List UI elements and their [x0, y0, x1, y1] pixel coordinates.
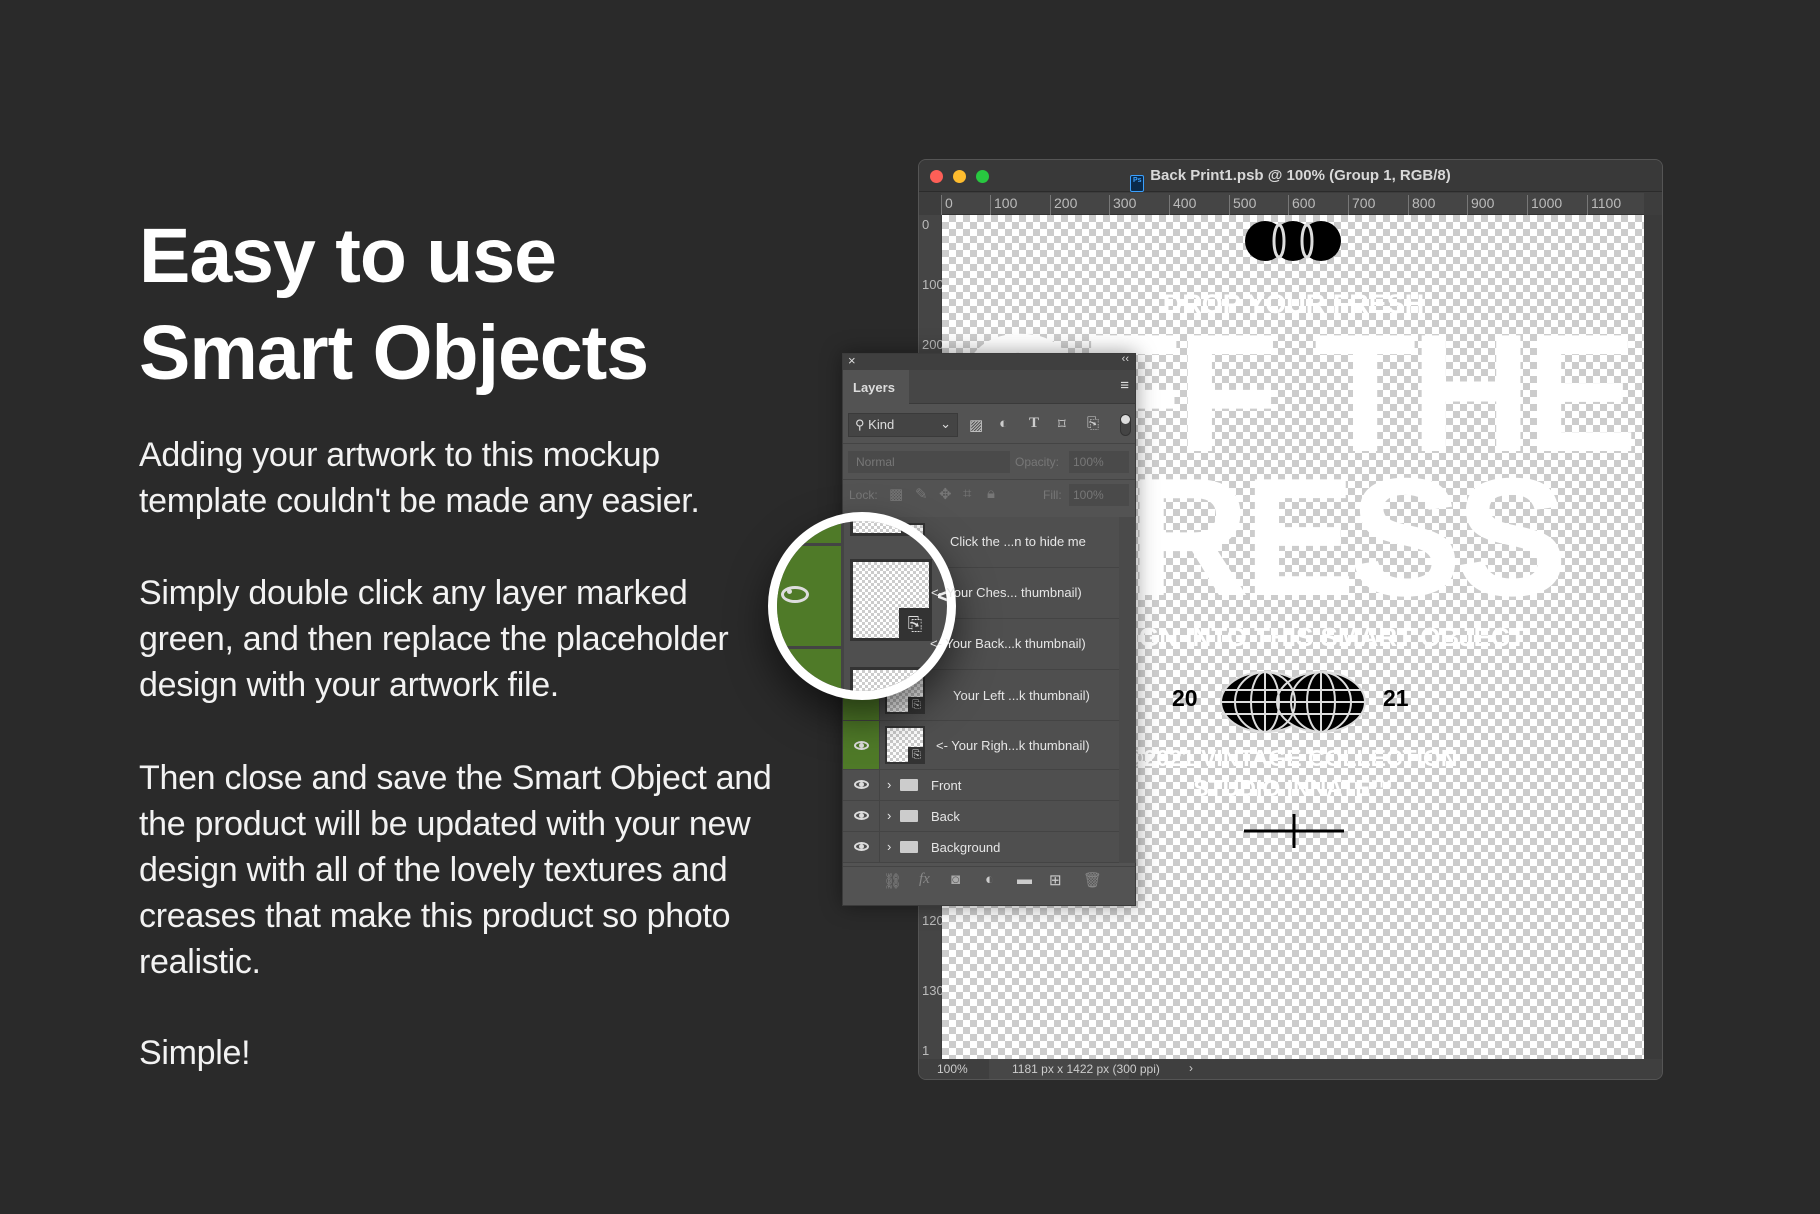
instructions-paragraph: Simply double click any layer marked gre… — [139, 574, 729, 704]
layer-name[interactable]: <- Your Righ...k thumbnail) — [936, 738, 1090, 753]
smart-object-icon: ⎘ — [899, 608, 931, 640]
horizontal-ruler[interactable]: 0 100 200 300 400 500 600 700 800 900 10… — [941, 193, 1644, 215]
visibility-eye-icon[interactable] — [854, 811, 869, 820]
layer-name[interactable]: <- Your Ches... thumbnail) — [931, 585, 1082, 600]
fill-field[interactable]: 100% — [1069, 484, 1129, 506]
adjustment-filter-icon[interactable]: ◐ — [999, 415, 1008, 432]
ruler-tick: 500 — [1229, 195, 1256, 215]
visibility-eye-icon — [781, 586, 809, 603]
layer-name[interactable]: Back — [931, 809, 960, 824]
pixel-layer-filter-icon[interactable]: ▨ — [969, 416, 983, 434]
filter-toggle[interactable] — [1120, 414, 1131, 436]
panel-header[interactable]: × ‹‹ — [843, 353, 1135, 370]
type-filter-icon[interactable]: T — [1029, 415, 1039, 432]
expand-chevron-icon[interactable]: › — [887, 808, 891, 823]
closing-text: Simple! — [139, 1034, 251, 1072]
visibility-eye-icon[interactable] — [854, 780, 869, 789]
ruler-tick: 300 — [1109, 195, 1136, 215]
collapse-panel-icon[interactable]: ‹‹ — [1122, 353, 1129, 365]
lock-all-icon[interactable]: 🔒︎ — [987, 485, 995, 502]
layer-name[interactable]: Your Left ...k thumbnail) — [953, 688, 1090, 703]
status-bar: 100% 1181 px x 1422 px (300 ppi) › — [919, 1059, 1662, 1079]
layer-row[interactable]: ⎘ <- Your Righ...k thumbnail) — [843, 721, 1119, 770]
layer-name[interactable]: <- Your Back...k thumbnail) — [930, 636, 1086, 651]
ruler-tick: 700 — [1348, 195, 1375, 215]
ruler-tick: 1200 — [922, 913, 951, 928]
poster-globe-graphic — [1220, 671, 1366, 733]
poster-year-right: 21 — [1383, 685, 1409, 711]
ruler-tick: 200 — [1050, 195, 1077, 215]
page-heading: Easy to use Smart Objects — [139, 213, 649, 396]
opacity-label: Opacity: — [1015, 455, 1060, 469]
zoom-level[interactable]: 100% — [937, 1062, 968, 1076]
layer-group-row[interactable]: › Back — [843, 801, 1119, 832]
status-menu-arrow-icon[interactable]: › — [1189, 1061, 1193, 1075]
chevron-down-icon: ⌄ — [940, 416, 951, 431]
layer-name[interactable]: Front — [931, 778, 961, 793]
ruler-tick: 1300 — [922, 983, 951, 998]
smart-object-icon: ⎘ — [908, 747, 925, 764]
smart-object-icon: ⎘ — [908, 697, 925, 714]
delete-layer-icon[interactable]: 🗑︎ — [1083, 871, 1102, 889]
filter-kind-dropdown[interactable]: ⚲ Kind ⌄ — [848, 413, 958, 437]
poster-year-left: 20 — [1172, 685, 1198, 711]
ruler-tick: 1 — [922, 1043, 930, 1058]
search-icon: ⚲ — [855, 417, 865, 432]
title-bar[interactable]: Ps Back Print1.psb @ 100% (Group 1, RGB/8… — [919, 160, 1662, 192]
ruler-tick: 100 — [990, 195, 1017, 215]
blend-mode-dropdown[interactable]: Normal — [848, 451, 1010, 473]
adjustment-layer-icon[interactable]: ◐ — [985, 871, 994, 888]
lock-paint-brush-icon[interactable]: ✎ — [915, 485, 928, 503]
visibility-eye-icon[interactable] — [854, 741, 869, 750]
expand-chevron-icon[interactable]: › — [887, 839, 891, 854]
folder-icon — [900, 779, 918, 791]
opacity-field[interactable]: 100% — [1069, 451, 1129, 473]
panel-menu-icon[interactable]: ≡ — [1120, 377, 1129, 394]
document-title: Back Print1.psb @ 100% (Group 1, RGB/8) — [1150, 167, 1451, 184]
ruler-tick: 1100 — [1587, 195, 1621, 215]
folder-icon — [900, 841, 918, 853]
fx-icon[interactable]: fx — [919, 871, 930, 888]
magnifier-callout: ⎘ ⎘ <- — [768, 512, 956, 700]
lock-artboard-icon[interactable]: ⌗ — [963, 485, 971, 502]
document-info: 1181 px x 1422 px (300 ppi) — [1012, 1062, 1160, 1076]
tab-layers[interactable]: Layers — [843, 370, 909, 404]
lock-label: Lock: — [849, 488, 878, 502]
ruler-tick: 900 — [1467, 195, 1494, 215]
crosshair-graphic — [1244, 814, 1344, 848]
ruler-tick: 0 — [922, 217, 930, 232]
poster-logo — [1245, 221, 1341, 261]
intro-paragraph: Adding your artwork to this mockup templ… — [139, 436, 700, 520]
add-mask-icon[interactable]: ◙ — [951, 871, 960, 888]
lock-move-icon[interactable]: ✥ — [939, 485, 952, 503]
ruler-tick: 800 — [1408, 195, 1435, 215]
layer-group-row[interactable]: › Front — [843, 770, 1119, 801]
layers-scrollbar[interactable] — [1119, 517, 1136, 863]
new-layer-icon[interactable]: ⊞ — [1049, 871, 1062, 889]
link-layers-icon[interactable]: ⛓ — [883, 872, 902, 890]
new-group-icon[interactable]: ▬ — [1017, 871, 1032, 888]
ruler-tick: 100 — [922, 277, 944, 292]
photoshop-file-icon: Ps — [1130, 175, 1145, 192]
layer-name[interactable]: Background — [931, 840, 1000, 855]
result-paragraph: Then close and save the Smart Object and… — [139, 759, 772, 981]
layer-name[interactable]: Click the ...n to hide me — [950, 534, 1086, 549]
ruler-tick: 1000 — [1527, 195, 1562, 215]
ruler-tick: 600 — [1288, 195, 1315, 215]
smart-object-filter-icon[interactable]: ⎘ — [1087, 415, 1099, 432]
folder-icon — [900, 810, 918, 822]
vertical-scrollbar[interactable] — [1644, 215, 1662, 1059]
layer-group-row[interactable]: › Background — [843, 832, 1119, 863]
shape-filter-icon[interactable]: ⌑ — [1058, 415, 1066, 433]
visibility-eye-icon[interactable] — [854, 842, 869, 851]
ruler-tick: 400 — [1169, 195, 1196, 215]
ruler-tick: 200 — [922, 337, 944, 352]
lock-transparency-icon[interactable]: ▩ — [889, 485, 903, 503]
close-panel-icon[interactable]: × — [848, 353, 856, 368]
ruler-tick: 0 — [941, 195, 953, 215]
expand-chevron-icon[interactable]: › — [887, 777, 891, 792]
fill-label: Fill: — [1043, 488, 1062, 502]
